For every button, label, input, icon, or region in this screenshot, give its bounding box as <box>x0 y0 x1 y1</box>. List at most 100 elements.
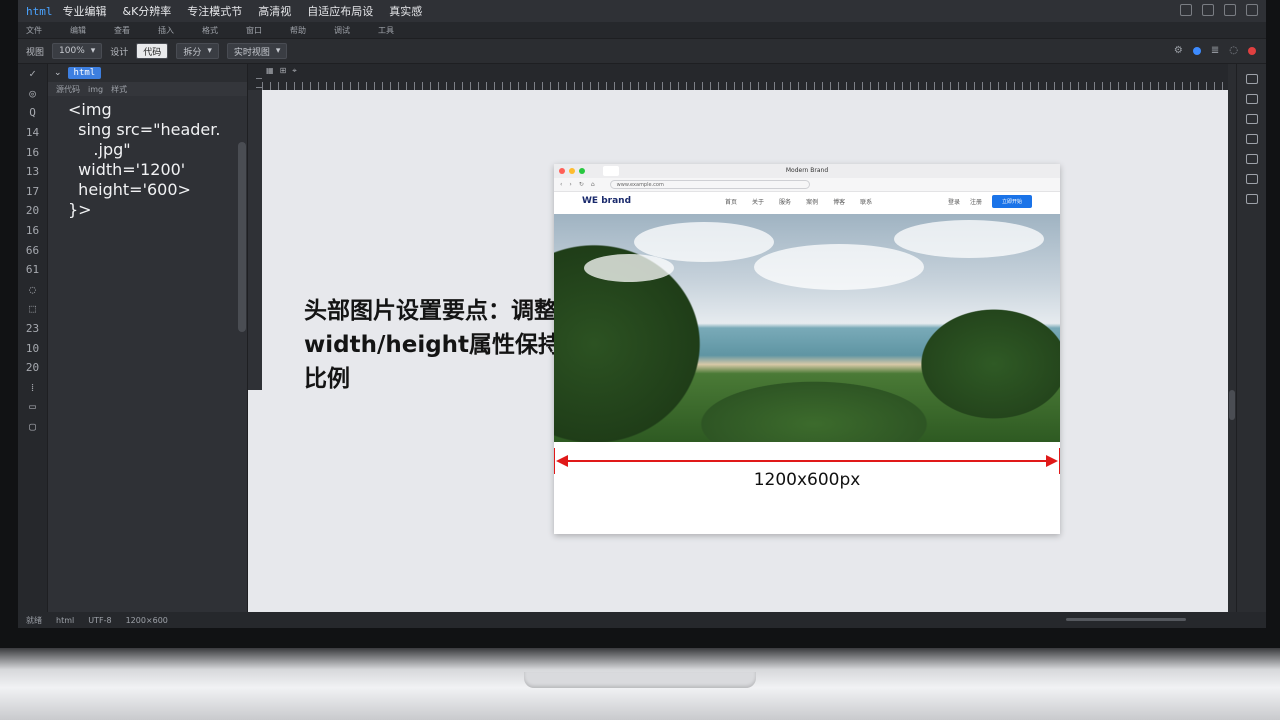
toolbar-item-debug[interactable]: 调试 <box>334 25 350 36</box>
gutter-item: 20 <box>25 361 40 375</box>
breadcrumb-item[interactable]: 源代码 <box>56 84 80 95</box>
zoom-select-value: 100% <box>59 46 85 56</box>
preview-signup: 注册 <box>969 198 982 206</box>
toolbar-item-format[interactable]: 格式 <box>202 25 218 36</box>
menu-item-5[interactable]: 自适应布局设 <box>307 3 373 19</box>
gutter-item: 20 <box>25 204 40 218</box>
zoom-slider[interactable] <box>1066 618 1186 621</box>
toolbar-item-window[interactable]: 窗口 <box>246 25 262 36</box>
toolbar-item-edit[interactable]: 编辑 <box>70 25 86 36</box>
dimension-line <box>560 460 1054 462</box>
minimize-icon[interactable] <box>1180 4 1192 16</box>
status-item[interactable]: UTF-8 <box>88 616 111 625</box>
main-toolbar: 文件 编辑 查看 插入 格式 窗口 帮助 调试 工具 <box>18 22 1266 38</box>
split-select[interactable]: 拆分 ▾ <box>176 43 219 59</box>
panel-css-icon[interactable] <box>1245 114 1258 124</box>
collapse-icon[interactable]: ⌄ <box>54 68 62 78</box>
breadcrumb-item[interactable]: img <box>88 85 103 94</box>
status-blue-icon[interactable] <box>1192 46 1201 55</box>
maximize-icon[interactable] <box>1224 4 1236 16</box>
live-view-select-value: 实时视图 <box>233 47 270 58</box>
gutter-item: 14 <box>25 126 40 140</box>
code-editor-pane[interactable]: ⌄ html 源代码 img 样式 <img sing src="header.… <box>48 64 248 616</box>
ruler-top: ▦ ⊞ ⌖ <box>262 64 1228 90</box>
preview-toolbar: ‹ › ↻ ⌂ www.example.com <box>554 178 1060 192</box>
code-scrollbar[interactable] <box>238 142 246 332</box>
gutter-item[interactable]: Q <box>18 103 47 123</box>
ruler-tab-icons: ▦ ⊞ ⌖ <box>266 66 297 76</box>
canvas-scrollbar[interactable] <box>1228 90 1236 612</box>
panel-dom-icon[interactable] <box>1245 134 1258 144</box>
settings-icon[interactable]: ⚙ <box>1174 45 1183 56</box>
bulb-icon[interactable]: ◌ <box>1229 45 1238 56</box>
code-line: sing src="header. <box>68 120 221 139</box>
panel-snippets-icon[interactable] <box>1245 154 1258 164</box>
panel-insert-icon[interactable] <box>1245 174 1258 184</box>
code-line: width='1200' <box>68 160 186 179</box>
preview-login: 登录 <box>947 198 960 206</box>
gutter-item[interactable]: ◌ <box>18 280 47 300</box>
preview-nav-right: 登录 注册 立即开始 <box>947 194 1032 208</box>
toolbar-item-view[interactable]: 查看 <box>114 25 130 36</box>
right-panel <box>1236 64 1266 616</box>
canvas-scroll-thumb[interactable] <box>1229 390 1235 420</box>
gutter-item[interactable]: ▢ <box>18 417 47 437</box>
header-image <box>554 214 1060 442</box>
guide-icon[interactable]: ⊞ <box>280 66 287 76</box>
ruler-ticks <box>262 82 1228 90</box>
panel-properties-icon[interactable] <box>1245 194 1258 204</box>
close-icon[interactable] <box>1246 4 1258 16</box>
toolbar-label-view: 视图 <box>26 47 45 58</box>
layers-icon[interactable]: ≣ <box>1211 45 1219 56</box>
restore-icon[interactable] <box>1202 4 1214 16</box>
code-mode-button[interactable]: 代码 <box>136 43 169 59</box>
gutter-item[interactable]: ⬚ <box>18 299 47 319</box>
design-canvas[interactable]: 头部图片设置要点：调整width/height属性保持比例 Modern Bra… <box>248 90 1228 612</box>
grid-icon[interactable]: ▦ <box>266 66 274 76</box>
menu-item-2[interactable]: &K分辨率 <box>123 3 172 19</box>
menu-item-1[interactable]: 专业编辑 <box>63 3 107 19</box>
back-icon: ‹ <box>560 181 563 188</box>
gutter-item[interactable]: ▭ <box>18 397 47 417</box>
pin-icon[interactable]: ⌖ <box>292 66 297 76</box>
toolbar-item-insert[interactable]: 插入 <box>158 25 174 36</box>
reload-icon: ↻ <box>578 181 584 188</box>
menu-item-4[interactable]: 高清视 <box>258 3 291 19</box>
toolbar-label-design[interactable]: 设计 <box>110 45 128 58</box>
chevron-down-icon: ▾ <box>207 46 212 56</box>
status-bar: 就绪 html UTF-8 1200×600 <box>18 612 1266 628</box>
code-tab-html[interactable]: html <box>67 67 102 79</box>
panel-files-icon[interactable] <box>1245 74 1258 84</box>
menu-item-6[interactable]: 真实感 <box>389 3 422 19</box>
code-breadcrumb: 源代码 img 样式 <box>48 82 247 96</box>
code-mode-label: 代码 <box>143 47 162 58</box>
preview-title: Modern Brand <box>785 167 829 174</box>
live-view-select[interactable]: 实时视图 ▾ <box>226 43 288 59</box>
toolbar-item-file[interactable]: 文件 <box>26 25 42 36</box>
gutter-item: 66 <box>25 243 40 257</box>
preview-nav-item: 关于 <box>752 198 765 206</box>
gutter-item[interactable]: ⁞ <box>18 378 47 398</box>
code-tabbar: ⌄ html <box>48 64 247 82</box>
gutter-item: 61 <box>25 263 40 277</box>
menu-item-3[interactable]: 专注模式节 <box>187 3 242 19</box>
window-controls <box>1180 4 1258 16</box>
toolbar-item-help[interactable]: 帮助 <box>290 25 306 36</box>
chevron-down-icon: ▾ <box>275 46 281 56</box>
code-text[interactable]: <img sing src="header. .jpg" width='1200… <box>48 96 247 220</box>
gutter-item: 16 <box>25 224 40 238</box>
zoom-select[interactable]: 100% ▾ <box>52 43 103 59</box>
chevron-down-icon: ▾ <box>90 46 96 56</box>
toolbar-item-tools[interactable]: 工具 <box>378 25 394 36</box>
panel-assets-icon[interactable] <box>1245 94 1258 104</box>
status-item[interactable]: html <box>56 616 74 625</box>
gutter-item[interactable]: ✓ <box>18 64 47 84</box>
laptop-notch <box>524 672 756 688</box>
record-red-icon[interactable] <box>1248 46 1256 55</box>
breadcrumb-item[interactable]: 样式 <box>111 84 127 95</box>
cloud-shape <box>584 254 674 282</box>
gutter-item: 23 <box>25 322 40 336</box>
preview-cta-button: 立即开始 <box>991 194 1032 208</box>
gutter-item[interactable]: ◎ <box>18 84 47 104</box>
arrow-right-icon <box>1046 455 1058 467</box>
